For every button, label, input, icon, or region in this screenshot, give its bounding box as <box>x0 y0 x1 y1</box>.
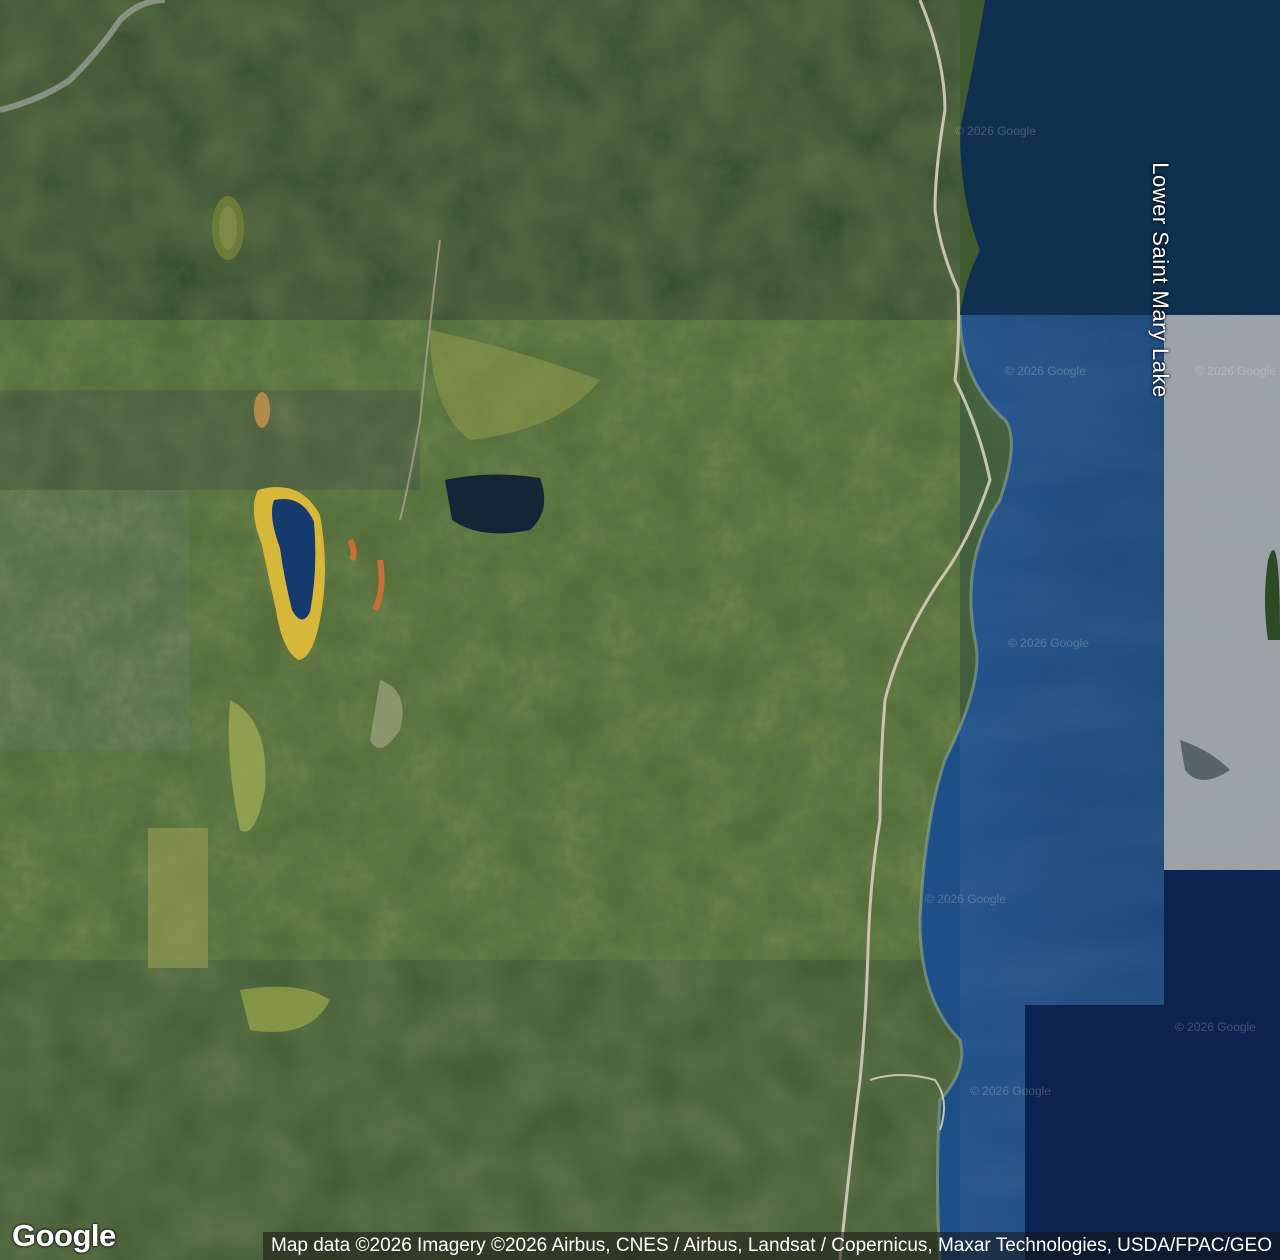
imagery-watermark: © 2026 Google <box>955 124 1036 138</box>
imagery-watermark: © 2026 Google <box>1008 636 1089 650</box>
imagery-watermark: © 2026 Google <box>970 1084 1051 1098</box>
lake-label: Lower Saint Mary Lake <box>1148 162 1173 398</box>
imagery-watermark: © 2026 Google <box>925 892 1006 906</box>
map-attribution[interactable]: Map data ©2026 Imagery ©2026 Airbus, CNE… <box>263 1232 1280 1260</box>
google-logo: Google <box>12 1218 116 1253</box>
satellite-imagery <box>0 0 1280 1260</box>
imagery-watermark: © 2026 Google <box>1175 1020 1256 1034</box>
map-canvas[interactable]: Lower Saint Mary Lake © 2026 Google © 20… <box>0 0 1280 1260</box>
lake-deep-tile <box>1164 870 1280 1260</box>
imagery-watermark: © 2026 Google <box>1195 364 1276 378</box>
imagery-watermark: © 2026 Google <box>1005 364 1086 378</box>
lake-north <box>960 0 1280 315</box>
